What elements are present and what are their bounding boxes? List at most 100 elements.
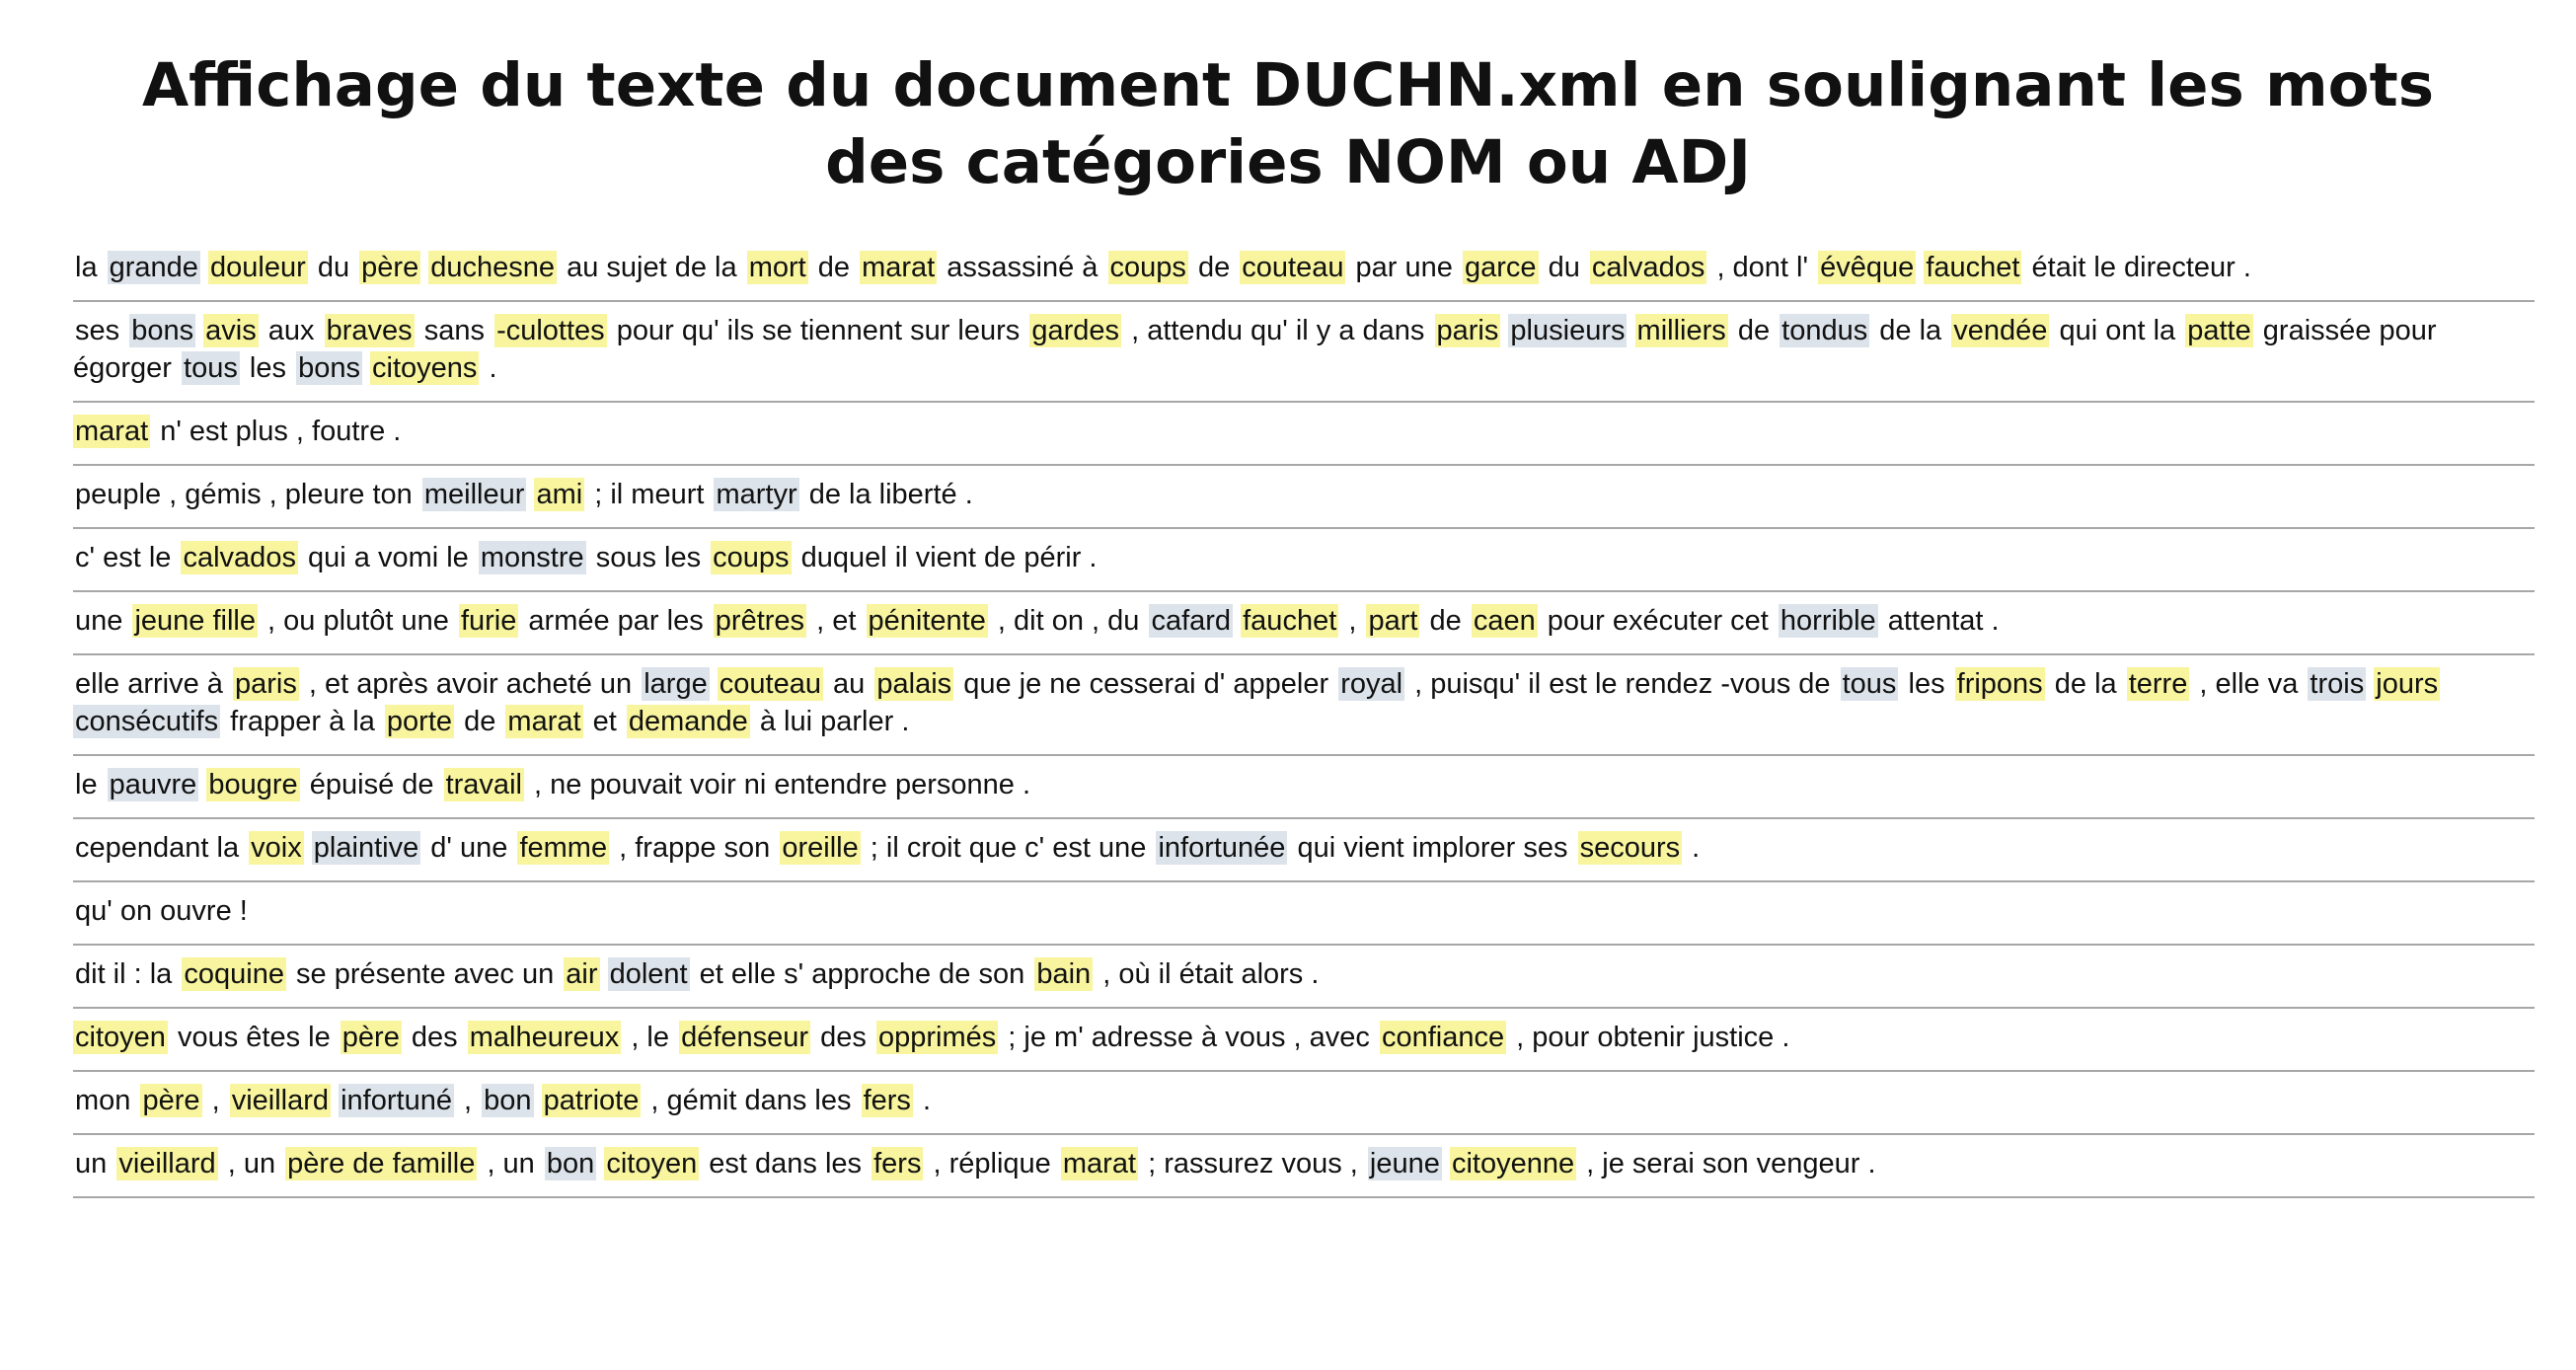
text-token: . — [922, 1085, 932, 1116]
adjective-token: tous — [1840, 667, 1899, 701]
adjective-token: grande — [107, 251, 200, 284]
text-token: se présente avec un — [296, 958, 555, 990]
adjective-token: monstre — [478, 541, 586, 574]
noun-token: jeune fille — [132, 604, 258, 638]
noun-token: mort — [746, 251, 808, 284]
page: Affichage du texte du document DUCHN.xml… — [0, 0, 2576, 1198]
text-token: de la — [2054, 668, 2117, 700]
noun-token: braves — [324, 314, 415, 347]
noun-token: garce — [1462, 251, 1539, 284]
noun-token: oreille — [780, 831, 861, 865]
adjective-token: trois — [2308, 667, 2367, 701]
noun-token: vieillard — [229, 1084, 332, 1117]
text-token: est dans les — [709, 1148, 863, 1180]
text-token: qui a vomi le — [308, 542, 469, 573]
noun-token: patriote — [541, 1084, 642, 1117]
text-token: . — [1692, 832, 1701, 864]
text-token: qui vient implorer ses — [1297, 832, 1568, 864]
text-token: vous êtes le — [177, 1022, 331, 1053]
noun-token: père de famille — [285, 1147, 478, 1180]
text-token: , — [1348, 605, 1357, 637]
noun-token: vendée — [1951, 314, 2050, 347]
adjective-token: bons — [296, 351, 362, 385]
noun-token: patte — [2185, 314, 2253, 347]
text-token: peuple , gémis , pleure ton — [75, 479, 413, 510]
text-token: de — [817, 252, 851, 283]
text-token: de la liberté . — [808, 479, 973, 510]
noun-token: pénitente — [866, 604, 988, 638]
noun-token: terre — [2126, 667, 2190, 701]
noun-token: coups — [1107, 251, 1188, 284]
noun-token: travail — [443, 768, 524, 801]
noun-token: défenseur — [679, 1021, 811, 1054]
text-token: , un — [487, 1148, 535, 1180]
noun-token: père — [340, 1021, 402, 1054]
noun-token: femme — [517, 831, 610, 865]
noun-token: air — [564, 957, 600, 991]
adjective-token: bons — [129, 314, 196, 347]
text-token: une — [75, 605, 123, 637]
text-token: était le directeur . — [2031, 252, 2251, 283]
noun-token: coups — [711, 541, 792, 574]
text-token: , ou plutôt une — [267, 605, 449, 637]
noun-token: citoyens — [370, 351, 480, 385]
text-token: , je serai son vengeur . — [1586, 1148, 1876, 1180]
noun-token: fers — [861, 1084, 913, 1117]
noun-token: palais — [874, 667, 954, 701]
text-token: , et — [816, 605, 857, 637]
text-token: pour exécuter cet — [1547, 605, 1769, 637]
noun-token: marat — [1060, 1147, 1139, 1180]
text-token: , puisqu' il est le rendez -vous de — [1414, 668, 1831, 700]
adjective-token: plusieurs — [1508, 314, 1628, 347]
sentence-row: dit il : la coquine se présente avec un … — [73, 946, 2535, 1009]
text-token: ; il croit que c' est une — [870, 832, 1147, 864]
text-token: , frappe son — [619, 832, 771, 864]
text-token: , le — [631, 1022, 669, 1053]
text-token: attentat . — [1887, 605, 2000, 637]
sentence-row: mon père , vieillard infortuné , bon pat… — [73, 1072, 2535, 1135]
adjective-token: consécutifs — [73, 705, 221, 738]
sentence-row: peuple , gémis , pleure ton meilleur ami… — [73, 466, 2535, 529]
text-token: à lui parler . — [759, 706, 910, 737]
noun-token: douleur — [208, 251, 308, 284]
adjective-token: jeune — [1367, 1147, 1442, 1180]
text-token: , réplique — [933, 1148, 1051, 1180]
adjective-token: dolent — [607, 957, 690, 991]
text-token: , un — [227, 1148, 276, 1180]
noun-token: paris — [1434, 314, 1501, 347]
text-token: ; je m' adresse à vous , avec — [1008, 1022, 1370, 1053]
text-token: , où il était alors . — [1102, 958, 1320, 990]
adjective-token: tous — [182, 351, 240, 385]
noun-token: milliers — [1634, 314, 1728, 347]
text-token: d' une — [430, 832, 508, 864]
noun-token: prêtres — [713, 604, 807, 638]
noun-token: porte — [384, 705, 455, 738]
text-token: , dont l' — [1716, 252, 1809, 283]
text-token: par une — [1355, 252, 1453, 283]
noun-token: bougre — [206, 768, 300, 801]
adjective-token: pauvre — [107, 768, 199, 801]
noun-token: citoyenne — [1449, 1147, 1577, 1180]
text-token: n' est plus , foutre . — [160, 416, 402, 447]
adjective-token: royal — [1338, 667, 1405, 701]
sentence-list: la grande douleur du père duchesne au su… — [73, 239, 2535, 1198]
text-token: de — [464, 706, 496, 737]
text-token: de la — [1879, 315, 1942, 346]
noun-token: paris — [232, 667, 299, 701]
text-token: cependant la — [75, 832, 240, 864]
adjective-token: horrible — [1778, 604, 1878, 638]
noun-token: fers — [871, 1147, 924, 1180]
text-token: la — [75, 252, 98, 283]
text-token: un — [75, 1148, 108, 1180]
noun-token: vieillard — [116, 1147, 218, 1180]
text-token: qu' on ouvre ! — [75, 895, 248, 927]
text-token: , pour obtenir justice . — [1516, 1022, 1790, 1053]
sentence-row: c' est le calvados qui a vomi le monstre… — [73, 529, 2535, 592]
noun-token: bain — [1034, 957, 1094, 991]
noun-token: père — [359, 251, 421, 284]
noun-token: calvados — [181, 541, 298, 574]
sentence-row: une jeune fille , ou plutôt une furie ar… — [73, 592, 2535, 655]
text-token: assassiné à — [947, 252, 1099, 283]
text-token: pour qu' ils se tiennent sur leurs — [616, 315, 1021, 346]
text-token: ; rassurez vous , — [1148, 1148, 1358, 1180]
